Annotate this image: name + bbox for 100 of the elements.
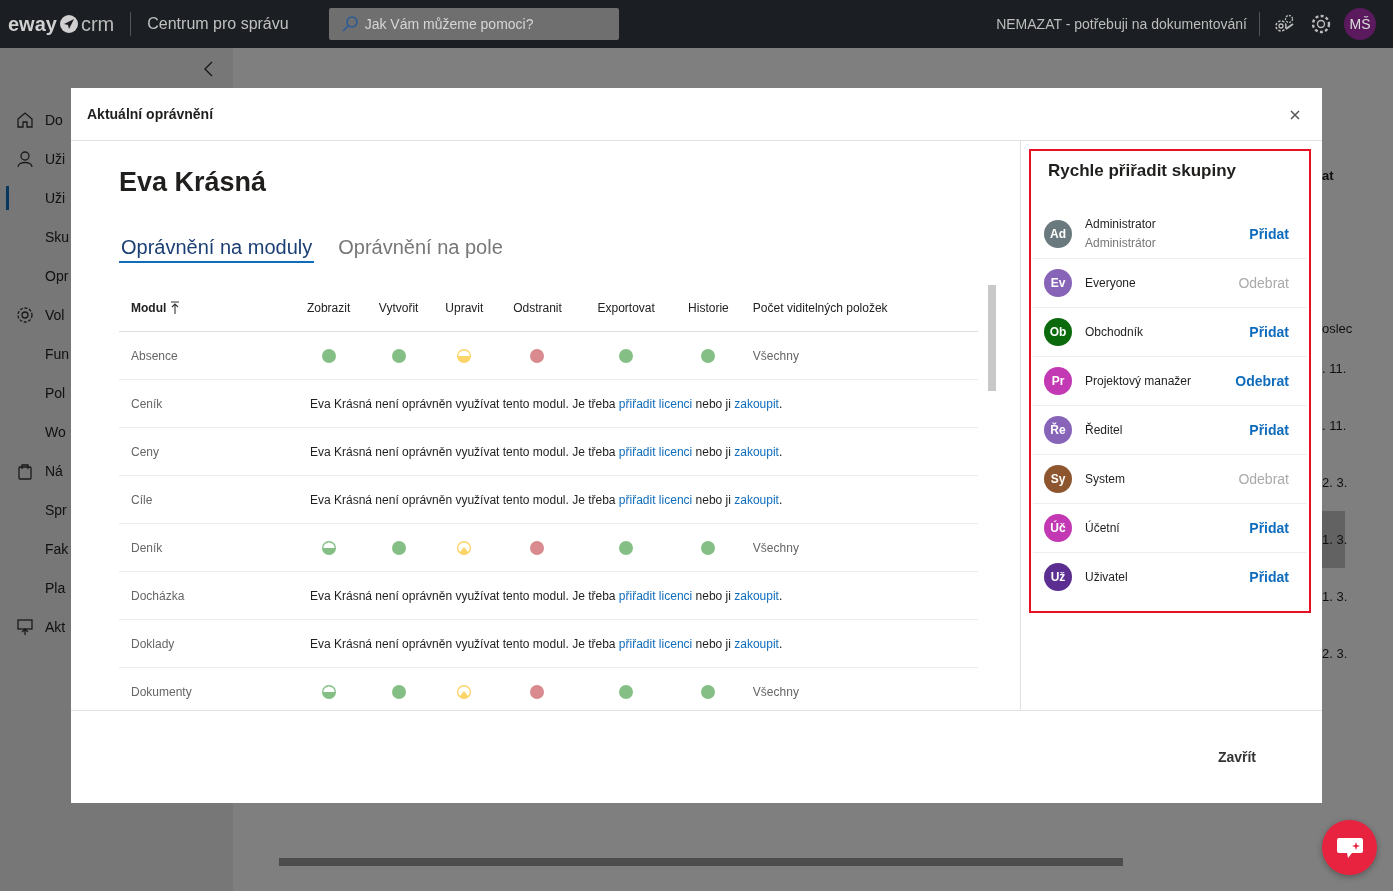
table-row[interactable]: 1. 3. (1322, 511, 1345, 568)
purchase-link[interactable]: zakoupit (734, 492, 779, 507)
permission-dot (700, 683, 717, 700)
visible-items-value: Všechny (752, 684, 799, 699)
sidebar-item[interactable]: Pla (45, 579, 66, 596)
sidebar-item[interactable]: Akt (45, 618, 66, 635)
group-action-button[interactable]: Přidat (1249, 569, 1289, 585)
permission-dot (320, 539, 337, 556)
sidebar-item[interactable]: Pol (45, 384, 66, 401)
module-name: Ceník (131, 396, 163, 411)
sidebar-item[interactable]: Sku (45, 228, 70, 245)
user-avatar[interactable]: MŠ (1344, 8, 1376, 40)
group-action-button[interactable]: Přidat (1249, 324, 1289, 340)
permission-dot (456, 347, 473, 364)
license-notice: Eva Krásná není oprávněn využívat tento modul. Je třeba přiřadit licenci nebo ji zakoupit. (310, 588, 783, 603)
sidebar-item[interactable]: Fun (45, 345, 70, 362)
purchase-link[interactable]: zakoupit (734, 444, 779, 459)
close-button[interactable]: Zavřít (1211, 748, 1262, 766)
sidebar-item[interactable]: Wo (45, 423, 66, 440)
group-avatar: Ře (1044, 416, 1072, 444)
sidebar-item[interactable]: Uži (45, 189, 66, 206)
purchase-link[interactable]: zakoupit (734, 396, 779, 411)
module-name: Cíle (131, 492, 153, 507)
license-notice: Eva Krásná není oprávněn využívat tento modul. Je třeba přiřadit licenci nebo ji zakoupit. (310, 444, 783, 459)
scrollbar[interactable] (279, 858, 1123, 866)
license-notice: Eva Krásná není oprávněn využívat tento modul. Je třeba přiřadit licenci nebo ji zakoupit. (310, 492, 783, 507)
table-cell: 1. 3. (1322, 589, 1348, 604)
group-action-button[interactable]: Přidat (1249, 422, 1289, 438)
column-header: Počet viditelných položek (752, 301, 888, 315)
permission-dot (390, 539, 407, 556)
module-name: Ceny (131, 444, 159, 459)
group-action-button[interactable]: Odebrat (1235, 373, 1289, 389)
group-name: Ředitel (1085, 423, 1123, 437)
permission-dot (390, 347, 407, 364)
sidebar-item[interactable]: Vol (45, 306, 65, 323)
permission-dot (618, 347, 635, 364)
column-header: Exportovat (597, 301, 655, 315)
group-name: Uživatel (1085, 570, 1128, 584)
module-name: Deník (131, 540, 163, 555)
permission-dot (529, 347, 546, 364)
permission-dot (390, 683, 407, 700)
sidebar-item[interactable]: Opr (45, 267, 69, 284)
permission-dot (529, 683, 546, 700)
group-description: Administrátor (1085, 236, 1156, 250)
sidebar-item[interactable]: Do (45, 111, 63, 128)
permission-dot (320, 683, 337, 700)
assign-license-link[interactable]: přiřadit licenci (618, 636, 693, 651)
module-name: Doklady (131, 636, 175, 651)
visible-items-value: Všechny (752, 540, 799, 555)
license-notice: Eva Krásná není oprávněn využívat tento modul. Je třeba přiřadit licenci nebo ji zakoupit. (310, 396, 783, 411)
environment-name[interactable]: NEMAZAT - potřebuji na dokumentování (996, 16, 1247, 32)
app-section-title: Centrum pro správu (147, 15, 289, 33)
purchase-link[interactable]: zakoupit (734, 588, 779, 603)
column-header: Odstranit (513, 301, 562, 315)
logo[interactable]: eway crm (8, 12, 115, 36)
table-cell: 2. 3. (1322, 475, 1348, 490)
group-action-button[interactable]: Přidat (1249, 225, 1289, 242)
column-header: at (1322, 167, 1334, 183)
search-field[interactable]: Jak Vám můžeme pomoci? (328, 8, 619, 40)
tab[interactable]: Oprávnění na moduly (119, 236, 315, 263)
group-name: System (1085, 472, 1125, 486)
settings-icon[interactable] (1310, 13, 1332, 35)
permission-dot (618, 683, 635, 700)
assign-license-link[interactable]: přiřadit licenci (618, 396, 693, 411)
group-avatar: Pr (1044, 367, 1072, 395)
user-name: Eva Krásná (119, 167, 268, 198)
chat-button[interactable] (1322, 820, 1377, 875)
group-name: Administrator (1085, 217, 1156, 231)
license-notice: Eva Krásná není oprávněn využívat tento modul. Je třeba přiřadit licenci nebo ji zakoupit. (310, 636, 783, 651)
column-header: Zobrazit (306, 301, 351, 315)
module-name: Dokumenty (131, 684, 192, 699)
sidebar-item[interactable]: Uži (45, 150, 66, 167)
group-avatar: Ob (1044, 318, 1072, 346)
permission-dot (700, 539, 717, 556)
group-avatar: Ev (1044, 269, 1072, 297)
sidebar-item[interactable]: Spr (45, 501, 67, 518)
group-avatar: Úč (1044, 514, 1072, 542)
table-cell: 1. 3. (1322, 532, 1348, 547)
group-name: Účetní (1085, 521, 1120, 535)
visible-items-value: Všechny (752, 348, 799, 363)
assign-license-link[interactable]: přiřadit licenci (618, 492, 693, 507)
panel-title: Rychle přiřadit skupiny (1047, 160, 1237, 182)
permission-dot (618, 539, 635, 556)
assign-license-link[interactable]: přiřadit licenci (618, 588, 693, 603)
sidebar-item[interactable]: Ná (45, 462, 63, 479)
permission-dot (456, 539, 473, 556)
group-action-button[interactable]: Přidat (1249, 520, 1289, 536)
group-avatar: Už (1044, 563, 1072, 591)
table-cell: . 11. (1322, 361, 1347, 376)
module-name: Absence (131, 348, 178, 363)
purchase-link[interactable]: zakoupit (734, 636, 779, 651)
sort-ascending-icon[interactable] (170, 301, 181, 315)
permission-dot (456, 683, 473, 700)
scrollbar[interactable] (988, 285, 996, 391)
assign-license-link[interactable]: přiřadit licenci (618, 444, 693, 459)
tab[interactable]: Oprávnění na pole (336, 236, 505, 263)
sidebar-item[interactable]: Fak (45, 540, 69, 557)
column-header: Vytvořit (378, 301, 419, 315)
column-header[interactable]: Modul (131, 301, 167, 315)
group-avatar: Ad (1044, 219, 1072, 248)
